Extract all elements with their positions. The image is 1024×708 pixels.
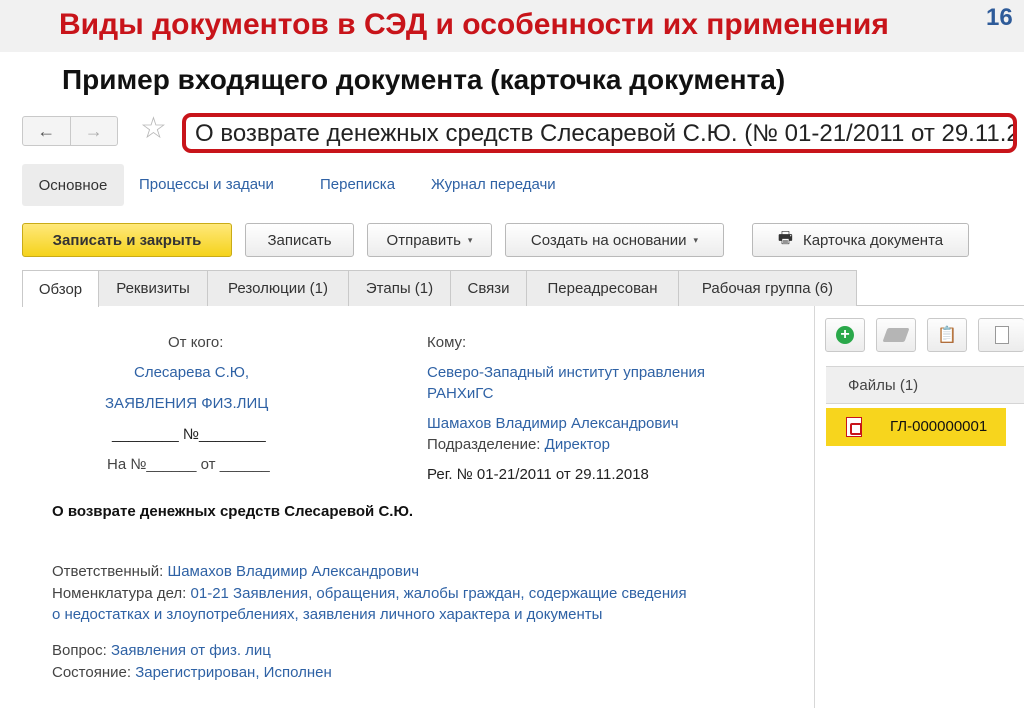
- to-person[interactable]: Шамахов Владимир Александрович: [427, 415, 679, 432]
- from-org[interactable]: ЗАЯВЛЕНИЯ ФИЗ.ЛИЦ: [105, 395, 268, 412]
- reference-number: На №______ от ______: [107, 456, 270, 473]
- registration-number: Рег. № 01-21/2011 от 29.11.2018: [427, 466, 649, 483]
- file-name: ГЛ-000000001: [890, 418, 988, 435]
- question-label: Вопрос:: [52, 642, 111, 659]
- to-organization-cont[interactable]: РАНХиГС: [427, 385, 494, 402]
- tab-workgroup[interactable]: Рабочая группа (6): [678, 270, 857, 306]
- document-card-button[interactable]: 🖶 Карточка документа: [752, 223, 969, 257]
- star-icon[interactable]: ☆: [140, 114, 167, 144]
- document-card-label: Карточка документа: [802, 231, 944, 249]
- scan-button[interactable]: [876, 318, 916, 352]
- create-based-label: Создать на основании: [530, 231, 687, 249]
- forward-icon[interactable]: →: [69, 117, 118, 145]
- responsible-label: Ответственный:: [52, 563, 168, 580]
- nomenclature: Номенклатура дел: 01-21 Заявления, обращ…: [52, 585, 687, 602]
- document-summary: О возврате денежных средств Слесаревой С…: [52, 503, 414, 520]
- to-organization[interactable]: Северо-Западный институт управления: [427, 364, 705, 381]
- responsible: Ответственный: Шамахов Владимир Александ…: [52, 563, 419, 580]
- slide-title: Виды документов в СЭД и особенности их п…: [59, 8, 889, 41]
- paste-button[interactable]: 📋: [927, 318, 967, 352]
- slide-subtitle: Пример входящего документа (карточка док…: [62, 64, 786, 95]
- chevron-down-icon: ▾: [467, 234, 473, 245]
- nomenclature-cont[interactable]: о недостатках и злоупотреблениях, заявле…: [52, 606, 602, 623]
- files-header[interactable]: Файлы (1): [826, 366, 1024, 404]
- link-transfer-log[interactable]: Журнал передачи: [431, 176, 556, 193]
- question-value[interactable]: Заявления от физ. лиц: [111, 642, 271, 659]
- nomenclature-label: Номенклатура дел:: [52, 585, 191, 602]
- file-row[interactable]: ГЛ-000000001: [826, 408, 1006, 446]
- link-correspondence[interactable]: Переписка: [320, 176, 395, 193]
- tab-overview[interactable]: Обзор: [22, 270, 99, 307]
- tab-main[interactable]: Основное: [22, 164, 124, 206]
- document-title: О возврате денежных средств Слесаревой С…: [195, 120, 1017, 147]
- nomenclature-value[interactable]: 01-21 Заявления, обращения, жалобы гражд…: [191, 585, 687, 602]
- history-nav: ← →: [22, 116, 118, 146]
- outgoing-number: ________ №________: [112, 426, 266, 443]
- scanner-icon: [882, 328, 910, 342]
- department: Подразделение: Директор: [427, 436, 610, 453]
- send-label: Отправить: [386, 231, 461, 249]
- tab-links[interactable]: Связи: [450, 270, 527, 306]
- open-file-button[interactable]: [978, 318, 1024, 352]
- tab-stages[interactable]: Этапы (1): [348, 270, 451, 306]
- state-value[interactable]: Зарегистрирован, Исполнен: [135, 664, 332, 681]
- page-number: 16: [986, 4, 1013, 31]
- save-button[interactable]: Записать: [245, 223, 354, 257]
- save-close-button[interactable]: Записать и закрыть: [22, 223, 232, 257]
- document-icon: [994, 326, 1009, 344]
- to-label: Кому:: [427, 334, 467, 351]
- back-icon[interactable]: ←: [23, 117, 70, 145]
- document-title-box: О возврате денежных средств Слесаревой С…: [182, 113, 1017, 153]
- state-label: Состояние:: [52, 664, 136, 681]
- send-button[interactable]: Отправить ▾: [367, 223, 492, 257]
- tab-resolutions[interactable]: Резолюции (1): [207, 270, 349, 306]
- files-header-label: Файлы (1): [848, 377, 919, 394]
- clipboard-icon: 📋: [937, 327, 957, 344]
- printer-icon: 🖶: [777, 229, 793, 247]
- add-icon: +: [836, 326, 854, 344]
- tab-details[interactable]: Реквизиты: [98, 270, 208, 306]
- responsible-value[interactable]: Шамахов Владимир Александрович: [167, 563, 419, 580]
- from-name[interactable]: Слесарева С.Ю,: [134, 364, 249, 381]
- from-label: От кого:: [168, 334, 224, 351]
- state: Состояние: Зарегистрирован, Исполнен: [52, 664, 332, 681]
- chevron-down-icon: ▾: [693, 234, 699, 245]
- tab-redirected[interactable]: Переадресован: [526, 270, 679, 306]
- add-file-button[interactable]: +: [825, 318, 865, 352]
- link-processes[interactable]: Процессы и задачи: [139, 176, 274, 193]
- department-value[interactable]: Директор: [545, 436, 610, 453]
- create-based-button[interactable]: Создать на основании ▾: [505, 223, 724, 257]
- question: Вопрос: Заявления от физ. лиц: [52, 642, 271, 659]
- pdf-icon: [846, 417, 862, 437]
- panel-separator: [814, 306, 815, 708]
- department-label: Подразделение:: [427, 436, 545, 453]
